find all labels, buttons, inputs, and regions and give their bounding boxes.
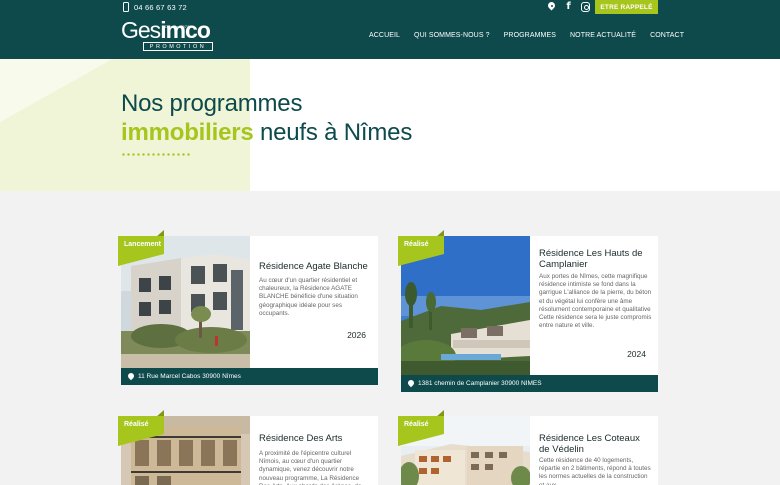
phone-number[interactable]: 04 66 67 63 72 xyxy=(134,3,187,12)
status-badge: Lancement xyxy=(118,230,166,272)
location-pin-icon xyxy=(408,380,414,388)
program-title[interactable]: Résidence Les Hauts de Camplanier xyxy=(539,248,651,270)
program-description: A proximité de l'épicentre culturel Nîmo… xyxy=(259,450,362,485)
nav-programmes[interactable]: PROGRAMMES xyxy=(504,32,556,39)
program-title[interactable]: Résidence Agate Blanche xyxy=(259,261,368,272)
program-card-agate-blanche[interactable]: Lancement Résidence Agate Blanche Au cœu… xyxy=(118,230,378,385)
program-card-des-arts[interactable]: Réalisé Résidence Des Arts A proximité d… xyxy=(118,410,378,485)
map-pin-icon[interactable] xyxy=(547,2,556,12)
phone-contact[interactable]: 04 66 67 63 72 xyxy=(123,2,187,12)
logo-subtitle: PROMOTION xyxy=(143,42,213,51)
nav-accueil[interactable]: ACCUEIL xyxy=(369,32,400,39)
hero-section: Nos programmes immobiliers neufs à Nîmes xyxy=(0,59,780,191)
site-header: 04 66 67 63 72 f ETRE RAPPELÉ Gesimco De… xyxy=(0,0,780,59)
program-address: 11 Rue Marcel Cabos 30900 Nîmes xyxy=(121,368,378,385)
logo-since: Depuis 1978 xyxy=(165,24,190,29)
facebook-icon[interactable]: f xyxy=(564,2,573,12)
page-title: Nos programmes immobiliers neufs à Nîmes xyxy=(121,90,413,146)
program-year: 2024 xyxy=(627,349,646,359)
site-logo[interactable]: Gesimco Depuis 1978 PROMOTION xyxy=(121,19,215,53)
nav-contact[interactable]: CONTACT xyxy=(650,32,684,39)
program-description: Au cœur d'un quartier résidentiel et cha… xyxy=(259,277,358,317)
social-links: f xyxy=(547,2,590,12)
nav-qui-sommes-nous[interactable]: QUI SOMMES-NOUS ? xyxy=(414,32,490,39)
location-pin-icon xyxy=(128,373,134,381)
instagram-icon[interactable] xyxy=(581,2,590,12)
status-badge: Réalisé xyxy=(398,230,446,272)
phone-icon xyxy=(123,2,129,12)
program-year: 2026 xyxy=(347,330,366,340)
program-card-coteaux-de-vedelin[interactable]: Réalisé Résidence Les Coteaux de Védelin… xyxy=(398,410,658,485)
logo-wordmark: Gesimco xyxy=(121,17,211,43)
nav-actualite[interactable]: NOTRE ACTUALITÉ xyxy=(570,32,636,39)
program-address: 1381 chemin de Camplanier 30900 NIMES xyxy=(401,375,658,392)
main-nav: ACCUEIL QUI SOMMES-NOUS ? PROGRAMMES NOT… xyxy=(369,32,684,39)
title-dots-divider xyxy=(121,153,191,156)
program-title[interactable]: Résidence Les Coteaux de Védelin xyxy=(539,433,651,455)
program-title[interactable]: Résidence Des Arts xyxy=(259,433,342,444)
status-badge: Réalisé xyxy=(398,410,446,452)
program-description: Cette résidence de 40 logements, réparti… xyxy=(539,457,651,485)
program-card-hauts-de-camplanier[interactable]: Réalisé Résidence Les Hauts de Camplanie… xyxy=(398,230,658,392)
status-badge: Réalisé xyxy=(118,410,166,452)
program-description: Aux portes de Nîmes, cette magnifique ré… xyxy=(539,273,652,330)
callback-button[interactable]: ETRE RAPPELÉ xyxy=(595,0,658,14)
